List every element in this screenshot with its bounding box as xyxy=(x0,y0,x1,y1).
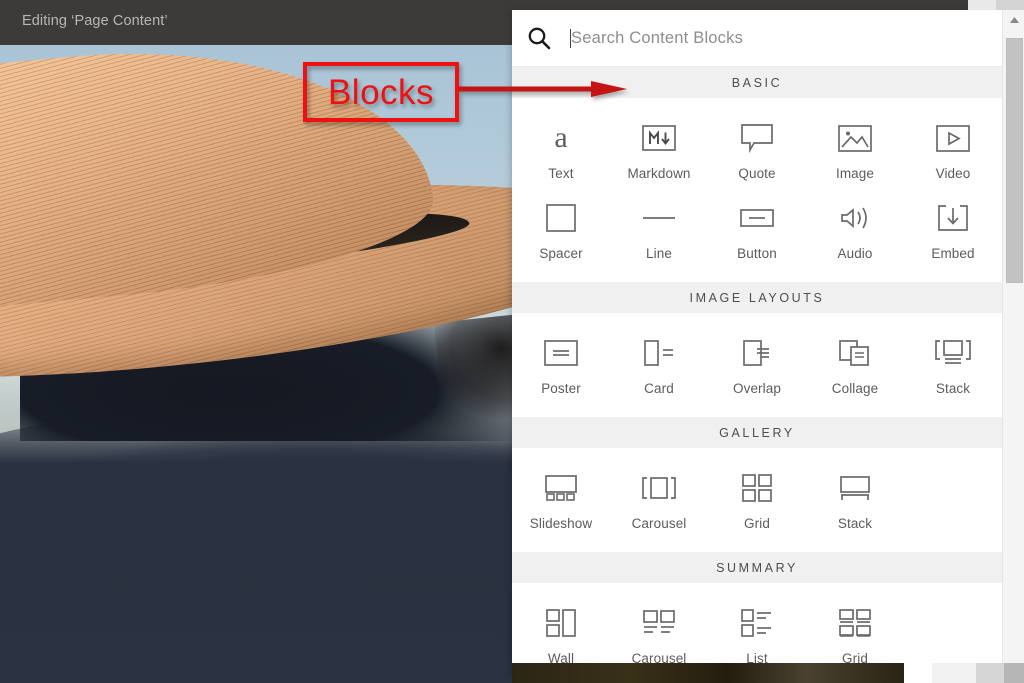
gallery-carousel-icon xyxy=(636,469,682,507)
content-blocks-panel: Search Content Blocks BASIC a Text Markd… xyxy=(512,10,1024,678)
search-row[interactable]: Search Content Blocks xyxy=(512,10,1002,67)
block-label: Button xyxy=(737,246,777,261)
image-icon xyxy=(832,119,878,157)
block-label: Markdown xyxy=(627,166,691,181)
block-poster[interactable]: Poster xyxy=(512,327,610,407)
chrome-segment-c xyxy=(976,663,1004,683)
block-quote[interactable]: Quote xyxy=(708,112,806,192)
block-gallery-grid[interactable]: Grid xyxy=(708,462,806,542)
editing-title: Editing ‘Page Content’ xyxy=(22,13,168,29)
chrome-segment-b xyxy=(932,663,976,683)
block-label: Video xyxy=(935,166,971,181)
block-label: Audio xyxy=(837,246,873,261)
block-gallery-carousel[interactable]: Carousel xyxy=(610,462,708,542)
block-label: Carousel xyxy=(631,516,687,531)
summary-grid-icon xyxy=(832,604,878,642)
annotation-label: Blocks xyxy=(327,72,435,112)
button-icon xyxy=(734,199,780,237)
block-label: Quote xyxy=(738,166,776,181)
video-play-icon xyxy=(930,119,976,157)
block-label: Stack xyxy=(837,516,873,531)
poster-layout-icon xyxy=(538,334,584,372)
block-embed[interactable]: Embed xyxy=(904,192,1002,272)
block-spacer[interactable]: Spacer xyxy=(512,192,610,272)
search-icon xyxy=(528,27,551,50)
section-grid-image-layouts: Poster Card Overlap Collage Stack xyxy=(512,313,1002,417)
block-label: Grid xyxy=(744,516,770,531)
spacer-square-icon xyxy=(538,199,584,237)
block-collage[interactable]: Collage xyxy=(806,327,904,407)
horizontal-line-icon xyxy=(636,199,682,237)
scrollbar-thumb[interactable] xyxy=(1006,38,1023,283)
triangle-up-icon xyxy=(1009,17,1019,23)
annotation-callout-box: Blocks xyxy=(303,62,459,122)
page-photo-strip-bottom xyxy=(512,663,904,683)
chrome-segment-d xyxy=(1004,663,1024,683)
chrome-segment-a xyxy=(904,663,932,683)
block-card[interactable]: Card xyxy=(610,327,708,407)
block-gallery-slideshow[interactable]: Slideshow xyxy=(512,462,610,542)
section-grid-basic: a Text Markdown Quote Image Video Spacer… xyxy=(512,98,1002,282)
screen: Editing ‘Page Content’ Blocks Search Con… xyxy=(0,0,1024,683)
block-markdown[interactable]: Markdown xyxy=(610,112,708,192)
block-line[interactable]: Line xyxy=(610,192,708,272)
block-label: Text xyxy=(548,166,574,181)
block-label: Stack xyxy=(935,381,971,396)
block-button[interactable]: Button xyxy=(708,192,806,272)
block-label: Line xyxy=(646,246,672,261)
block-label: Overlap xyxy=(733,381,781,396)
window-chrome-top-right-light xyxy=(968,0,996,10)
section-header-gallery: GALLERY xyxy=(512,417,1002,448)
audio-speaker-icon xyxy=(832,199,878,237)
block-label: Poster xyxy=(541,381,581,396)
block-audio[interactable]: Audio xyxy=(806,192,904,272)
summary-wall-icon xyxy=(538,604,584,642)
block-stack-image[interactable]: Stack xyxy=(904,327,1002,407)
gallery-slideshow-icon xyxy=(538,469,584,507)
card-layout-icon xyxy=(636,334,682,372)
embed-download-icon xyxy=(930,199,976,237)
svg-text:a: a xyxy=(554,121,567,154)
section-header-summary: SUMMARY xyxy=(512,552,1002,583)
block-label: Spacer xyxy=(539,246,583,261)
markdown-icon xyxy=(636,119,682,157)
window-chrome-bottom-right xyxy=(904,663,1024,683)
stack-layout-icon xyxy=(930,334,976,372)
block-gallery-stack[interactable]: Stack xyxy=(806,462,904,542)
arrow-right-icon xyxy=(459,81,627,97)
block-video[interactable]: Video xyxy=(904,112,1002,192)
section-grid-gallery: Slideshow Carousel Grid Stack xyxy=(512,448,1002,552)
section-header-image-layouts: IMAGE LAYOUTS xyxy=(512,282,1002,313)
block-label: Collage xyxy=(831,381,879,396)
overlap-layout-icon xyxy=(734,334,780,372)
quote-bubble-icon xyxy=(734,119,780,157)
gallery-grid-icon xyxy=(734,469,780,507)
block-label: Slideshow xyxy=(529,516,593,531)
block-label: Image xyxy=(835,166,875,181)
content-blocks-list: Search Content Blocks BASIC a Text Markd… xyxy=(512,10,1002,678)
summary-list-icon xyxy=(734,604,780,642)
block-text[interactable]: a Text xyxy=(512,112,610,192)
collage-layout-icon xyxy=(832,334,878,372)
block-label: Card xyxy=(644,381,674,396)
block-image[interactable]: Image xyxy=(806,112,904,192)
block-overlap[interactable]: Overlap xyxy=(708,327,806,407)
search-input[interactable]: Search Content Blocks xyxy=(571,29,743,48)
scrollbar-up-button[interactable] xyxy=(1003,10,1024,30)
block-label: Embed xyxy=(931,246,975,261)
text-a-icon: a xyxy=(538,119,584,157)
panel-scrollbar[interactable] xyxy=(1002,10,1024,678)
summary-carousel-icon xyxy=(636,604,682,642)
gallery-stack-icon xyxy=(832,469,878,507)
